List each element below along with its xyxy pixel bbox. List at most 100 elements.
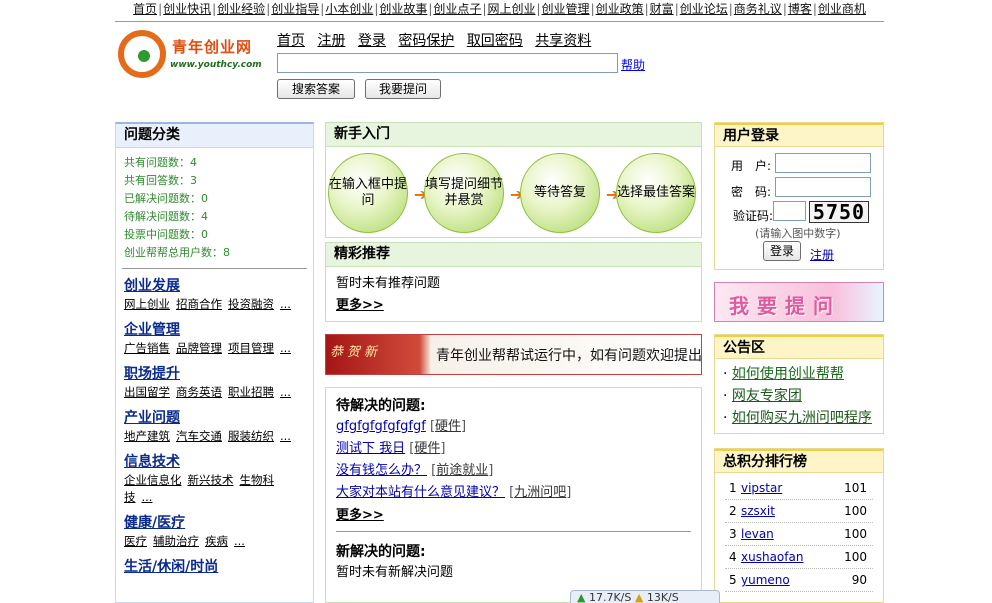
notice-link[interactable]: 网友专家团 — [732, 388, 802, 404]
category-title[interactable]: 产业问题 — [124, 409, 305, 428]
top-nav-link[interactable]: 创业指导 — [271, 2, 319, 16]
subcategory-link[interactable]: 网上创业 — [124, 297, 170, 311]
header-link-password-protect[interactable]: 密码保护 — [398, 33, 454, 49]
captcha-label: 验证码: — [733, 209, 774, 223]
header-link-register[interactable]: 注册 — [317, 33, 345, 49]
subcategory-link[interactable]: 商务英语 — [176, 385, 222, 399]
captcha-hint: (请输入图中数字) — [755, 227, 841, 240]
subcategory-link[interactable]: ... — [142, 490, 153, 504]
logo-icon — [118, 30, 166, 78]
top-nav-link[interactable]: 商务礼议 — [734, 2, 782, 16]
notice-link[interactable]: 如何使用创业帮帮 — [732, 366, 844, 382]
category-group: 健康/医疗 医疗 辅助治疗 疾病... — [116, 506, 313, 550]
category-group: 创业发展 网上创业 招商合作 投资融资... — [116, 269, 313, 313]
top-nav-link[interactable]: 博客 — [788, 2, 812, 16]
subcategory-link[interactable]: 汽车交通 — [176, 429, 222, 443]
top-nav-link[interactable]: 创业政策 — [596, 2, 644, 16]
subcategory-link[interactable]: 地产建筑 — [124, 429, 170, 443]
captcha-image: 5750 — [809, 201, 869, 223]
header-link-shared-files[interactable]: 共享资料 — [535, 33, 591, 49]
help-link[interactable]: 帮助 — [621, 56, 645, 73]
question-link[interactable]: 没有钱怎么办？ — [336, 463, 427, 478]
top-nav-link[interactable]: 创业故事 — [379, 2, 427, 16]
top-nav-link[interactable]: 创业商机 — [818, 2, 866, 16]
subcategory-link[interactable]: 职业招聘 — [228, 385, 274, 399]
notice-link[interactable]: 如何购买九洲问吧程序 — [732, 410, 872, 426]
subcategory-link[interactable]: ... — [280, 297, 291, 311]
ask-question-button[interactable]: 我要提问 — [365, 79, 441, 99]
subcategory-link[interactable]: 企业信息化 — [124, 473, 182, 487]
top-nav-link[interactable]: 创业点子 — [433, 2, 481, 16]
top-nav-link[interactable]: 创业经验 — [217, 2, 265, 16]
question-tag[interactable]: 硬件 — [414, 441, 440, 456]
password-field[interactable] — [775, 177, 871, 197]
site-stats: 共有问题数：4 共有回答数：3 已解决问题数：0 待解决问题数：4 投票中问题数… — [116, 148, 313, 262]
question-tag[interactable]: 前途就业 — [436, 463, 488, 478]
nav-separator: | — [674, 2, 679, 16]
header-link-login[interactable]: 登录 — [358, 33, 386, 49]
subcategory-link[interactable]: 服装纺织 — [228, 429, 274, 443]
question-link[interactable]: gfgfgfgfgfgfgf — [336, 419, 426, 434]
ask-question-banner[interactable]: 我要提问 — [714, 282, 884, 322]
guide-step-3: 等待答复 — [520, 153, 600, 233]
category-title[interactable]: 创业发展 — [124, 277, 305, 296]
stat-answers: 共有回答数：3 — [124, 174, 197, 187]
top-nav-link[interactable]: 创业论坛 — [680, 2, 728, 16]
register-link[interactable]: 注册 — [810, 246, 834, 263]
subcategory-link[interactable]: ... — [234, 534, 245, 548]
question-link[interactable]: 测试下 我日 — [336, 441, 405, 456]
category-list: 创业发展 网上创业 招商合作 投资融资... 企业管理 广告销售 品牌管理 项目管理... 职场… — [116, 269, 313, 577]
subcategory-link[interactable]: 辅助治疗 — [153, 534, 199, 548]
ranking-position: 5 — [729, 573, 737, 587]
password-label: 密 码: — [731, 185, 772, 199]
ranking-username[interactable]: xushaofan — [741, 546, 803, 568]
question-tag[interactable]: 硬件 — [435, 419, 461, 434]
subcategory-link[interactable]: ... — [280, 429, 291, 443]
subcategory-link[interactable]: ... — [280, 341, 291, 355]
login-button[interactable]: 登录 — [763, 241, 801, 261]
category-title[interactable]: 企业管理 — [124, 321, 305, 340]
subcategory-link[interactable]: 招商合作 — [176, 297, 222, 311]
captcha-field[interactable] — [773, 201, 806, 221]
top-nav-link[interactable]: 创业快讯 — [163, 2, 211, 16]
username-field[interactable] — [775, 153, 871, 173]
top-nav-link[interactable]: 创业管理 — [542, 2, 590, 16]
recommend-more-link[interactable]: 更多>> — [336, 295, 691, 317]
category-title[interactable]: 信息技术 — [124, 453, 305, 472]
subcategory-link[interactable]: 品牌管理 — [176, 341, 222, 355]
subcategory-link[interactable]: 广告销售 — [124, 341, 170, 355]
category-title[interactable]: 职场提升 — [124, 365, 305, 384]
ranking-username[interactable]: vipstar — [741, 477, 782, 499]
question-link[interactable]: 大家对本站有什么意见建议？ — [336, 485, 505, 500]
subcategory-link[interactable]: 出国留学 — [124, 385, 170, 399]
top-nav-link[interactable]: 财富 — [650, 2, 674, 16]
stat-questions: 共有问题数：4 — [124, 156, 197, 169]
subcategory-link[interactable]: 项目管理 — [228, 341, 274, 355]
ask-question-banner-text: 我要提问 — [729, 294, 841, 318]
site-logo[interactable]: 青年创业网 www.youthcy.com — [118, 30, 273, 80]
category-title[interactable]: 生活/休闲/时尚 — [124, 558, 305, 577]
subcategory-link[interactable]: 医疗 — [124, 534, 147, 548]
ranking-username[interactable]: yumeno — [741, 569, 790, 591]
search-answer-button[interactable]: 搜索答案 — [277, 79, 355, 99]
notice-panel: 公告区 · 如何使用创业帮帮 · 网友专家团 · 如何购买九洲问吧程序 — [714, 334, 884, 434]
subcategory-link[interactable]: 新兴技术 — [188, 473, 234, 487]
subcategory-link[interactable]: 疾病 — [205, 534, 228, 548]
question-item: 大家对本站有什么意见建议？ [九洲问吧] — [336, 485, 572, 500]
subcategory-link[interactable]: 投资融资 — [228, 297, 274, 311]
subcategory-link[interactable]: ... — [280, 385, 291, 399]
category-title[interactable]: 健康/医疗 — [124, 514, 305, 533]
top-nav-link[interactable]: 小本创业 — [325, 2, 373, 16]
pending-more-link[interactable]: 更多>> — [336, 504, 691, 523]
search-input[interactable] — [277, 53, 618, 73]
top-nav-link[interactable]: 首页 — [133, 2, 157, 16]
upload-speed: 17.7K/S — [588, 591, 632, 603]
header-link-home[interactable]: 首页 — [277, 33, 305, 49]
question-tag[interactable]: 九洲问吧 — [514, 485, 566, 500]
solved-empty-text: 暂时未有新解决问题 — [336, 565, 454, 580]
ranking-username[interactable]: szsxit — [741, 500, 775, 522]
header-link-retrieve-password[interactable]: 取回密码 — [467, 33, 523, 49]
top-nav-link[interactable]: 网上创业 — [487, 2, 535, 16]
announcement-banner[interactable]: 恭贺新 青年创业帮帮试运行中，如有问题欢迎提出 — [325, 334, 702, 375]
ranking-username[interactable]: levan — [741, 523, 774, 545]
